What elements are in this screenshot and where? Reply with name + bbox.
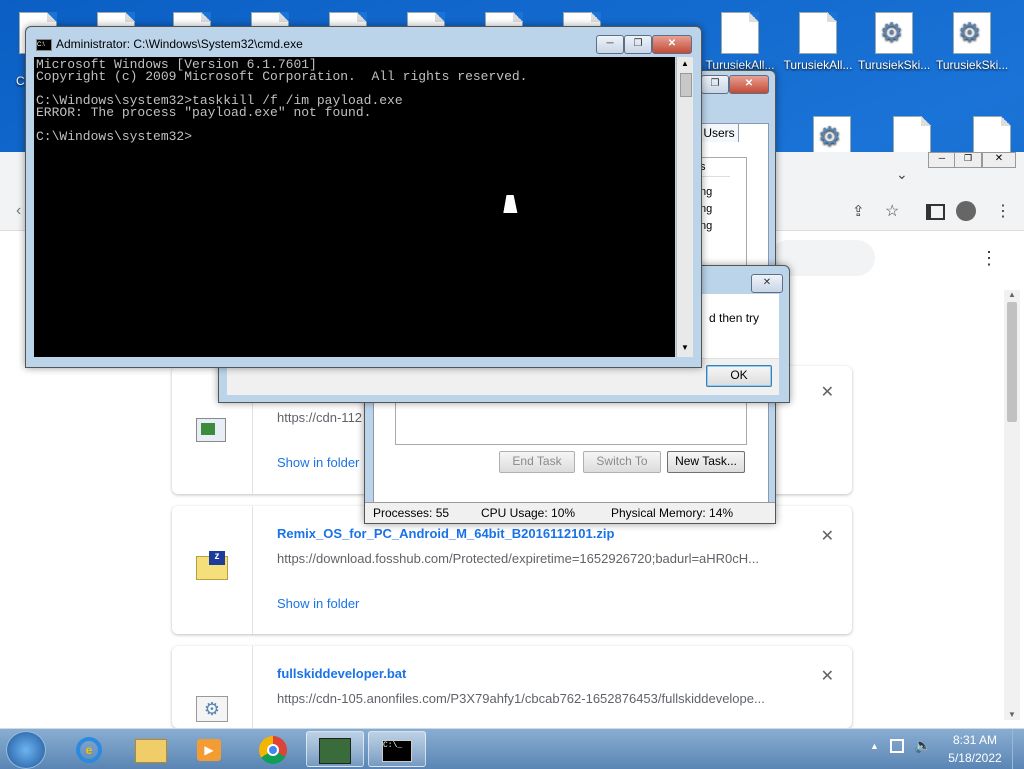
media-player-icon[interactable]: ▶ (180, 731, 238, 767)
taskmgr-status-bar: Processes: 55 CPU Usage: 10% Physical Me… (365, 502, 775, 523)
page-scrollbar[interactable] (1004, 290, 1020, 720)
status-processes: Processes: 55 (373, 506, 450, 520)
profile-avatar-icon[interactable] (956, 201, 976, 221)
chevron-down-icon[interactable]: ⌄ (896, 166, 908, 183)
desktop-shortcut-file[interactable]: TurusiekAll... (704, 12, 776, 72)
downloads-menu-icon[interactable]: ⋮ (980, 248, 998, 269)
taskmgr-close-button[interactable]: ✕ (729, 75, 769, 94)
remove-download-icon[interactable]: ✕ (821, 666, 834, 686)
chrome-minimize-button[interactable]: ─ (928, 152, 956, 168)
download-filename[interactable]: Remix_OS_for_PC_Android_M_64bit_B2016112… (277, 526, 614, 541)
document-icon (721, 12, 759, 54)
cmd-taskbar-icon[interactable]: C:\_ (368, 731, 426, 767)
exe-icon (196, 418, 226, 442)
desktop-shortcut-gear[interactable]: TurusiekSki... (936, 12, 1008, 72)
cmd-window: C:\ Administrator: C:\Windows\System32\c… (25, 26, 702, 368)
cmd-minimize-button[interactable]: ─ (596, 35, 624, 54)
network-icon[interactable] (890, 739, 904, 753)
desktop-icon-label: TurusiekSki... (936, 58, 1009, 72)
bat-gear-icon: ⚙ (196, 696, 228, 722)
console-line: Copyright (c) 2009 Microsoft Corporation… (36, 69, 528, 84)
show-in-folder-link[interactable]: Show in folder (277, 455, 359, 470)
start-button[interactable] (6, 731, 46, 769)
new-task-button[interactable]: New Task... (667, 451, 745, 473)
desktop-icon-label: TurusiekSki... (858, 58, 931, 72)
chrome-icon[interactable] (244, 731, 302, 767)
show-desktop-button[interactable] (1012, 729, 1024, 769)
sidepanel-icon[interactable] (926, 204, 945, 220)
cmd-title: Administrator: C:\Windows\System32\cmd.e… (56, 37, 303, 51)
desktop-shortcut-gear[interactable]: TurusiekSki... (858, 12, 930, 72)
download-url[interactable]: https://cdn-105.anonfiles.com/P3X79ahfy1… (277, 691, 765, 706)
dialog-close-button[interactable]: ✕ (751, 274, 783, 293)
chrome-close-button[interactable]: ✕ (982, 152, 1016, 168)
console-output[interactable]: Microsoft Windows [Version 6.1.7601] Copy… (34, 57, 675, 357)
task-manager-taskbar-icon[interactable] (306, 731, 364, 767)
remove-download-icon[interactable]: ✕ (821, 526, 834, 546)
download-filename[interactable]: fullskiddeveloper.bat (277, 666, 406, 681)
cmd-icon: C:\ (36, 39, 52, 51)
console-line: C:\Windows\system32> (36, 129, 193, 144)
desktop-shortcut-file[interactable]: TurusiekAll... (782, 12, 854, 72)
scroll-down-arrow[interactable]: ▼ (1008, 710, 1016, 719)
download-url[interactable]: https://cdn-112 (277, 410, 362, 425)
scroll-down-arrow[interactable]: ▼ (681, 343, 689, 352)
end-task-button[interactable]: End Task (499, 451, 575, 473)
desktop-icon-label: TurusiekAll... (783, 58, 853, 72)
share-icon[interactable]: ⇪ (852, 202, 865, 220)
desktop-icon-sublabel: C (16, 74, 25, 88)
show-in-folder-link[interactable]: Show in folder (277, 596, 359, 611)
tab-users[interactable]: Users (699, 123, 739, 142)
taskmgr-restore-button[interactable]: ❐ (701, 75, 729, 94)
explorer-folder-icon[interactable] (122, 731, 180, 767)
chrome-restore-button[interactable]: ❐ (954, 152, 982, 168)
cmd-restore-button[interactable]: ❐ (624, 35, 652, 54)
back-icon[interactable]: ‹ (16, 202, 21, 220)
dialog-message: d then try (709, 311, 760, 325)
ie-icon[interactable]: e (60, 731, 118, 767)
download-card: z Remix_OS_for_PC_Android_M_64bit_B201611… (172, 506, 852, 634)
chrome-menu-icon[interactable]: ⋮ (995, 201, 1011, 221)
gear-document-icon (953, 12, 991, 54)
scroll-up-arrow[interactable]: ▲ (1008, 290, 1016, 299)
document-icon (799, 12, 837, 54)
switch-to-button[interactable]: Switch To (583, 451, 661, 473)
scroll-up-arrow[interactable]: ▲ (681, 59, 689, 68)
show-hidden-icons[interactable]: ▲ (870, 741, 879, 751)
download-card: ⚙ fullskiddeveloper.bat https://cdn-105.an… (172, 646, 852, 728)
ok-button[interactable]: OK (706, 365, 772, 387)
gear-document-icon (875, 12, 913, 54)
download-icon-column: ⚙ (172, 646, 253, 728)
remove-download-icon[interactable]: ✕ (821, 382, 834, 402)
cmd-scrollbar[interactable]: ▲ ▼ (676, 57, 693, 357)
download-url[interactable]: https://download.fosshub.com/Protected/e… (277, 551, 759, 566)
clock-date[interactable]: 5/18/2022 (944, 751, 1006, 765)
zip-folder-icon: z (196, 551, 228, 580)
volume-icon[interactable]: 🔈 (914, 737, 931, 754)
status-cpu: CPU Usage: 10% (481, 506, 576, 520)
bookmark-star-icon[interactable]: ☆ (885, 201, 899, 221)
cmd-close-button[interactable]: ✕ (652, 35, 692, 54)
download-icon-column: z (172, 506, 253, 634)
clock-time[interactable]: 8:31 AM (950, 733, 1000, 747)
console-line: ERROR: The process "payload.exe" not fou… (36, 105, 372, 120)
taskbar: e ▶ C:\_ ▲ 🔈 8:31 AM 5/18/2022 (0, 728, 1024, 769)
status-memory: Physical Memory: 14% (611, 506, 734, 520)
